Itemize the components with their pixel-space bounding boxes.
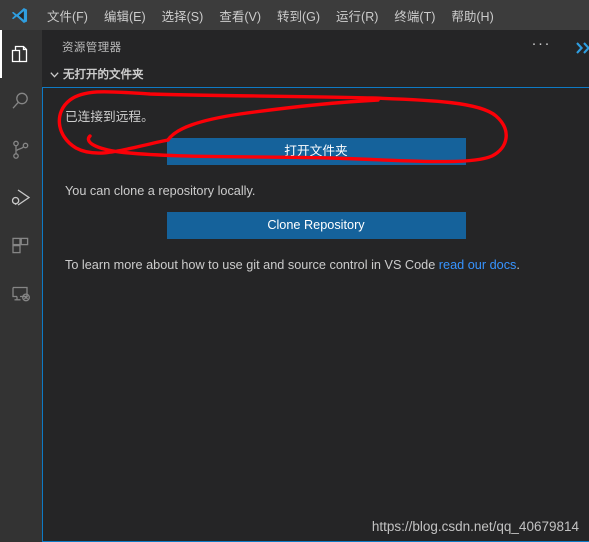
docs-text-before: To learn more about how to use git and s… [65,258,439,272]
menu-selection[interactable]: 选择(S) [154,3,212,28]
explorer-sidebar: 资源管理器 ··· 无打开的文件夹 已连接到远程。 打开文件夹 You can … [42,30,589,542]
welcome-view-body: 已连接到远程。 打开文件夹 You can clone a repository… [42,87,589,542]
menu-terminal[interactable]: 终端(T) [386,3,443,28]
clone-description-text: You can clone a repository locally. [65,184,256,198]
clone-repository-button[interactable]: Clone Repository [166,212,466,239]
vscode-window: 文件(F) 编辑(E) 选择(S) 查看(V) 转到(G) 运行(R) 终端(T… [0,0,589,542]
menu-view[interactable]: 查看(V) [211,3,269,28]
title-menu-bar: 文件(F) 编辑(E) 选择(S) 查看(V) 转到(G) 运行(R) 终端(T… [0,0,589,30]
source-control-branch-icon [9,138,33,162]
section-header-no-folder[interactable]: 无打开的文件夹 [42,63,589,85]
menu-help[interactable]: 帮助(H) [443,3,501,28]
chevron-down-icon [46,66,62,82]
activity-item-explorer[interactable] [0,30,42,78]
extensions-blocks-icon [9,234,33,258]
activity-bar [0,30,42,542]
docs-description-text: To learn more about how to use git and s… [65,256,567,275]
explorer-files-icon [9,42,33,66]
menu-run[interactable]: 运行(R) [328,3,386,28]
activity-item-extensions[interactable] [0,222,42,270]
page-title: 资源管理器 [62,41,122,54]
search-icon [9,90,33,114]
activity-item-source-control[interactable] [0,126,42,174]
menu-go[interactable]: 转到(G) [269,3,328,28]
remote-status-text: 已连接到远程。 [65,110,154,124]
menu-file[interactable]: 文件(F) [39,3,96,28]
docs-text-after: . [516,258,520,272]
vscode-logo-icon [9,5,29,25]
chevron-right-icon[interactable] [575,40,589,56]
run-and-debug-icon [9,186,33,210]
activity-item-remote-explorer[interactable] [0,270,42,318]
watermark-url: https://blog.csdn.net/qq_40679814 [371,519,579,534]
sidebar-header: 资源管理器 ··· [42,30,589,63]
remote-explorer-monitor-icon [9,282,33,306]
menu-edit[interactable]: 编辑(E) [96,3,154,28]
section-header-label: 无打开的文件夹 [63,69,144,81]
ellipsis-icon[interactable]: ··· [528,36,556,55]
activity-item-run-debug[interactable] [0,174,42,222]
read-our-docs-link[interactable]: read our docs [439,258,517,272]
open-folder-button[interactable]: 打开文件夹 [166,138,466,165]
activity-item-search[interactable] [0,78,42,126]
